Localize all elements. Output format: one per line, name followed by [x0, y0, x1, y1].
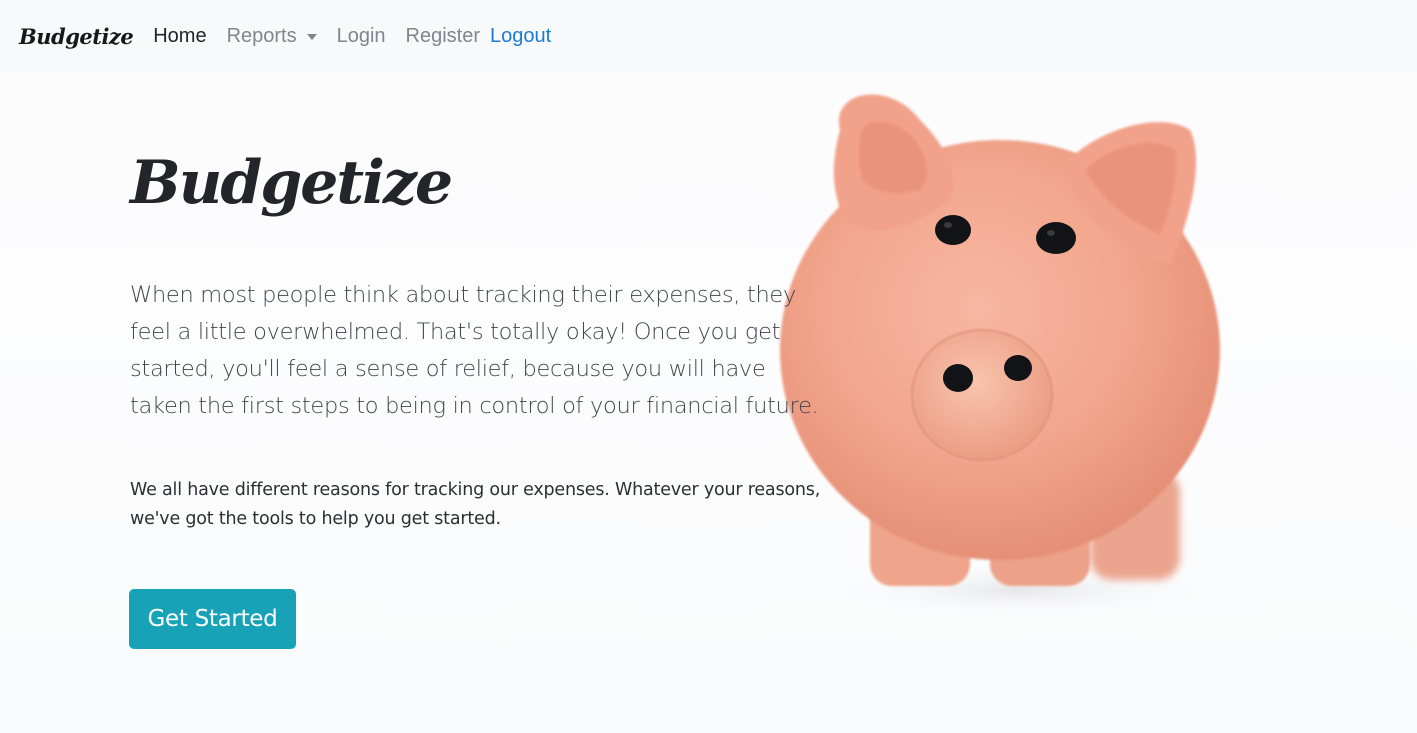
page: Budgetize Home Reports Login Register Lo…: [0, 0, 1417, 733]
nav-login[interactable]: Login: [337, 25, 386, 48]
hero-subtext: We all have different reasons for tracki…: [130, 480, 821, 529]
caret-down-icon: [306, 34, 317, 40]
piggy-bank-image: [780, 94, 1230, 620]
nav-home[interactable]: Home: [153, 25, 206, 48]
nav-reports-dropdown[interactable]: Reports: [227, 25, 317, 48]
navbar: Budgetize Home Reports Login Register Lo…: [0, 0, 1417, 72]
nav-logout[interactable]: Logout: [490, 25, 551, 48]
hero-title: Budgetize: [130, 148, 453, 218]
brand-logo[interactable]: Budgetize: [19, 24, 134, 49]
nav-reports-label: Reports: [226, 24, 297, 47]
get-started-button[interactable]: Get Started: [129, 589, 296, 649]
hero-lead-text: When most people think about tracking th…: [130, 282, 819, 419]
nav-register[interactable]: Register: [406, 25, 480, 48]
